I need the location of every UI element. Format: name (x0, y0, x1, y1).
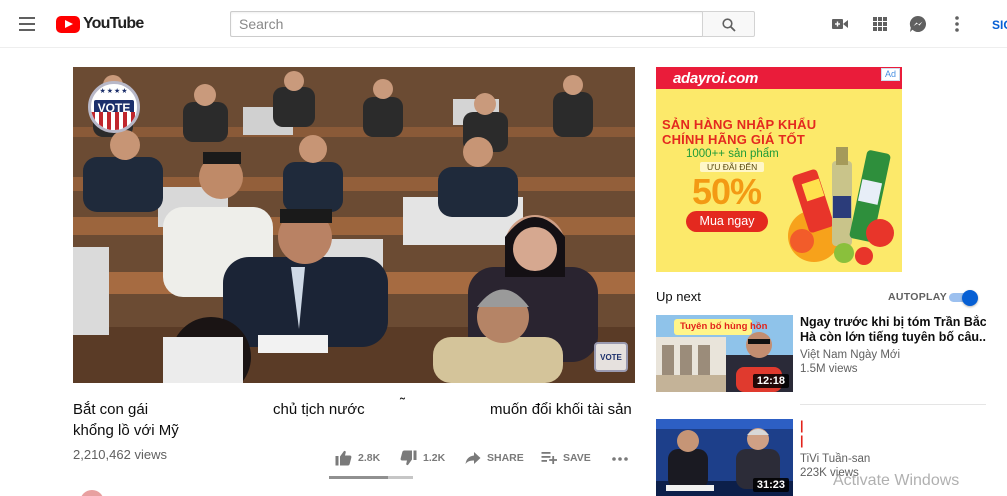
share-icon (465, 452, 481, 464)
dislike-count: 1.2K (423, 452, 446, 464)
like-button[interactable]: 2.8K (335, 449, 380, 467)
ad-headline-1: SẢN HÀNG NHẬP KHẨU (662, 117, 817, 132)
ad-subline: 1000++ sản phẩm (686, 148, 779, 160)
video-info: | | TiVi Tuần-san 223K views (800, 419, 986, 480)
video-duration: 12:18 (752, 374, 789, 388)
sentiment-bar (329, 476, 413, 479)
ad-products-image (788, 147, 894, 265)
more-vert-icon[interactable] (947, 14, 967, 34)
thumbnail-caption: Tuyên bố hùng hồn (680, 321, 768, 332)
autoplay-label: AUTOPLAY (888, 291, 947, 303)
recommended-video-title[interactable]: | | (800, 419, 986, 449)
video-title-line: | (800, 434, 804, 448)
masthead: YouTube Search SI (0, 0, 1007, 48)
video-title-part: muốn đổi khối tài sản (490, 401, 632, 418)
video-views: 1.5M views (800, 363, 858, 375)
view-count: 2,210,462 views (73, 447, 167, 462)
dislike-button[interactable]: 1.2K (400, 449, 445, 467)
video-info: Ngay trước khi bị tóm Trần Bắc Hà còn lớ… (800, 315, 986, 376)
video-thumbnail[interactable]: Tuyên bố hùng hồn 12:18 (656, 315, 793, 392)
video-title-line: Ngay trước khi bị tóm Trần Bắc (800, 315, 986, 329)
ad-discount: 50% (692, 171, 762, 212)
share-button[interactable]: SHARE (465, 449, 524, 467)
ad-badge[interactable]: Ad (880, 68, 900, 81)
ad-header: adayroi.com Ad (656, 67, 902, 89)
video-title-part: Bắt con gái (73, 401, 149, 418)
video-title-line2: khổng lồ với Mỹ (73, 422, 179, 439)
video-duration: 31:23 (752, 478, 789, 492)
video-title-line: Hà còn lớn tiếng tuyên bố câu... (800, 330, 986, 344)
video-player[interactable]: ★★★★ VOTE VOTE (73, 67, 635, 383)
share-label: SHARE (487, 452, 524, 464)
playlist-add-icon (541, 452, 557, 464)
more-actions-icon[interactable] (611, 450, 629, 466)
sign-in-button[interactable]: SIG (992, 18, 1007, 32)
channel-name[interactable]: Việt Nam Ngày Mới (800, 348, 986, 362)
video-title-line: | (800, 419, 804, 433)
vote-logo: ★★★★ VOTE (88, 81, 140, 133)
messages-icon[interactable] (908, 14, 928, 34)
save-label: SAVE (563, 452, 591, 464)
vote-watermark: VOTE (594, 342, 628, 372)
like-count: 2.8K (358, 452, 381, 464)
sentiment-bar-fill (329, 476, 388, 479)
thumbs-up-icon (335, 450, 352, 466)
activate-windows-watermark: Activate Windows (833, 472, 960, 489)
video-title-part: ˜ (400, 395, 405, 412)
thumbs-down-icon (400, 450, 417, 466)
autoplay-toggle[interactable] (949, 290, 979, 306)
display-ad[interactable]: adayroi.com Ad SẢN HÀNG NHẬP KHẨU CHÍNH … (656, 67, 902, 272)
recommended-video-title[interactable]: Ngay trước khi bị tóm Trần Bắc Hà còn lớ… (800, 315, 986, 345)
apps-grid-icon[interactable] (870, 14, 890, 34)
youtube-watch-page: YouTube Search SI ★★★★ VOTE VOTE Bắt con… (0, 0, 1007, 496)
ad-brand: adayroi.com (673, 70, 759, 87)
video-frame (73, 67, 635, 383)
youtube-logo-icon (56, 15, 80, 33)
video-title-part: chủ tịch nước (273, 401, 365, 418)
menu-icon[interactable] (17, 14, 37, 34)
search-box (230, 11, 703, 37)
create-video-icon[interactable] (830, 14, 850, 34)
save-button[interactable]: SAVE (541, 449, 591, 467)
ad-cta-button[interactable]: Mua ngay (686, 211, 768, 232)
recommended-video[interactable]: Tuyên bố hùng hồn 12:18 Ngay trước khi b… (656, 315, 986, 393)
search-button[interactable] (702, 11, 755, 37)
up-next-label: Up next (656, 289, 701, 304)
avatar (80, 490, 104, 496)
search-icon (722, 18, 736, 32)
youtube-logo[interactable]: YouTube (56, 14, 144, 34)
search-input[interactable] (231, 12, 703, 36)
video-thumbnail[interactable]: 31:23 (656, 419, 793, 496)
divider (800, 404, 986, 405)
logo-text: YouTube (83, 15, 144, 32)
channel-name[interactable]: TiVi Tuần-san (800, 452, 986, 466)
